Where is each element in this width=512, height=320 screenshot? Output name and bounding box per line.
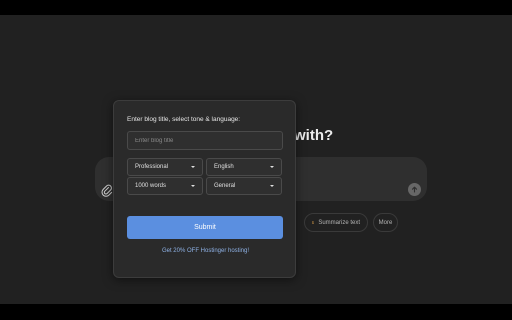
- send-button[interactable]: [408, 183, 421, 196]
- length-select[interactable]: 1000 words: [127, 177, 203, 195]
- more-chip[interactable]: More: [373, 213, 398, 232]
- tone-select[interactable]: Professional: [127, 158, 203, 176]
- chat-app: with? Summarize text More Enter blog tit…: [0, 15, 512, 304]
- chevron-down-icon: [270, 185, 274, 187]
- document-icon: [312, 221, 315, 224]
- arrow-up-icon: [411, 186, 418, 193]
- style-value: General: [214, 183, 236, 189]
- length-value: 1000 words: [135, 183, 167, 189]
- popup-title: Enter blog title, select tone & language…: [127, 116, 241, 123]
- chip-label: Summarize text: [318, 219, 360, 226]
- submit-button[interactable]: Submit: [127, 216, 283, 239]
- chip-label: More: [378, 219, 393, 226]
- style-select[interactable]: General: [206, 177, 282, 195]
- language-select[interactable]: English: [206, 158, 282, 176]
- blog-title-input[interactable]: [135, 137, 282, 144]
- paperclip-icon[interactable]: [101, 184, 113, 198]
- promo-link[interactable]: Get 20% OFF Hostinger hosting!: [114, 248, 297, 254]
- chevron-down-icon: [191, 166, 195, 168]
- blog-generator-popup: Enter blog title, select tone & language…: [113, 100, 296, 278]
- language-value: English: [214, 164, 234, 170]
- summarize-text-chip[interactable]: Summarize text: [304, 213, 368, 232]
- tone-value: Professional: [135, 164, 169, 170]
- welcome-heading: with?: [294, 127, 334, 144]
- chevron-down-icon: [191, 185, 195, 187]
- blog-title-field[interactable]: [127, 131, 283, 150]
- chevron-down-icon: [270, 166, 274, 168]
